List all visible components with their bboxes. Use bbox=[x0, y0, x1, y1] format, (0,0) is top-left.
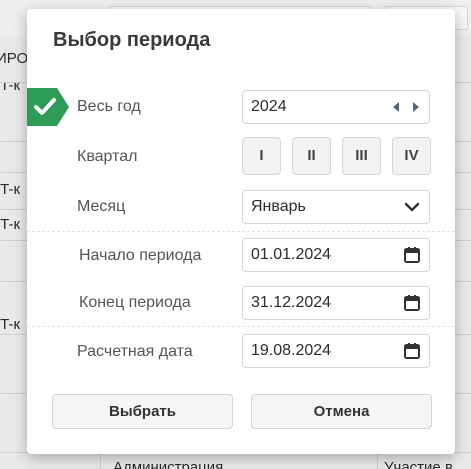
triangle-right-icon[interactable] bbox=[409, 100, 423, 114]
month-label: Месяц bbox=[77, 198, 126, 215]
quarter-label: Квартал bbox=[77, 148, 138, 165]
table-cell: Участие в bbox=[377, 453, 471, 469]
table-cell: Администрация bbox=[100, 453, 376, 469]
select-button[interactable]: Выбрать bbox=[52, 394, 233, 429]
period-dialog: Выбор периода Весь год 2024 Квартал I II… bbox=[27, 9, 455, 454]
calc-date-label: Расчетная дата bbox=[77, 343, 193, 360]
period-end-field[interactable]: 31.12.2024 bbox=[242, 286, 430, 320]
month-select[interactable]: Январь bbox=[242, 190, 430, 224]
whole-year-label: Весь год bbox=[77, 98, 141, 115]
section-divider bbox=[27, 326, 455, 327]
year-value: 2024 bbox=[251, 98, 287, 115]
calendar-icon[interactable] bbox=[403, 294, 421, 312]
period-end-value: 31.12.2024 bbox=[251, 294, 332, 311]
chevron-down-icon[interactable] bbox=[403, 198, 421, 216]
section-divider bbox=[27, 231, 455, 232]
active-row-marker bbox=[27, 88, 69, 126]
quarter-button-1[interactable]: I bbox=[242, 137, 281, 175]
dialog-title: Выбор периода bbox=[53, 29, 211, 51]
period-start-field[interactable]: 01.01.2024 bbox=[242, 238, 430, 272]
table-cell bbox=[0, 453, 36, 469]
quarter-button-3[interactable]: III bbox=[342, 137, 381, 175]
quarter-button-2[interactable]: II bbox=[292, 137, 331, 175]
table-row[interactable]: Администрация Участие в bbox=[0, 453, 471, 469]
calendar-icon[interactable] bbox=[403, 246, 421, 264]
period-end-label: Конец периода bbox=[79, 294, 191, 311]
calc-date-value: 19.08.2024 bbox=[251, 342, 332, 359]
calc-date-field[interactable]: 19.08.2024 bbox=[242, 334, 430, 368]
calendar-icon[interactable] bbox=[403, 342, 421, 360]
triangle-left-icon[interactable] bbox=[389, 100, 403, 114]
period-start-value: 01.01.2024 bbox=[251, 246, 332, 263]
cancel-button[interactable]: Отмена bbox=[251, 394, 432, 429]
month-value: Январь bbox=[251, 198, 306, 215]
quarter-button-4[interactable]: IV bbox=[392, 137, 431, 175]
year-spinner[interactable]: 2024 bbox=[242, 90, 430, 124]
period-start-label: Начало периода bbox=[79, 247, 202, 264]
